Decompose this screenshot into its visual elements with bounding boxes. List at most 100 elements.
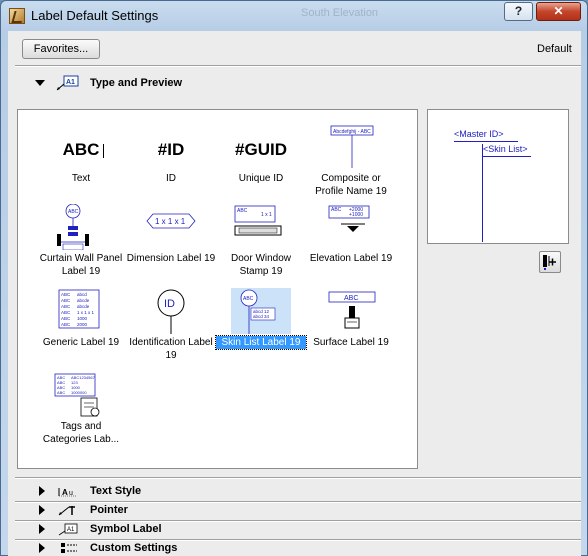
label-type-surface[interactable]: ABC Surface Label 19 [306,288,396,372]
section-title: Symbol Label [90,523,162,535]
svg-text:+1000: +1000 [349,212,363,218]
section-title: Text Style [90,485,142,497]
close-button[interactable]: ✕ [536,2,581,21]
dimension-preview-icon: 1 x 1 x 1 [141,204,201,250]
label-type-skin-list[interactable]: ABC abcd 12 abcd 34 Skin List Label 19 [215,288,307,372]
label-type-door-window-stamp[interactable]: ABC 1 x 1 Door Window Stamp 19 [216,204,306,288]
label-type-composite[interactable]: Abcdefghij - ABC Composite or Profile Na… [306,124,396,208]
section-title: Type and Preview [90,77,183,89]
generic-preview-icon: ABC abcd ABC abcde ABC abcde ABC 1 x 1 x 1 A… [51,288,111,334]
svg-text:2000: 2000 [77,322,88,327]
label-type-identification[interactable]: ID Identification Label 19 [126,288,216,372]
label-type-dimension[interactable]: 1 x 1 x 1 Dimension Label 19 [126,204,216,288]
section-title: Custom Settings [90,542,178,554]
background-window-title: South Elevation [301,7,379,19]
section-header-custom-settings[interactable]: Custom Settings [15,540,581,556]
app-icon [9,8,25,24]
favorites-button[interactable]: Favorites... [22,39,100,59]
section-header-pointer[interactable]: Pointer [15,502,581,520]
door-window-preview-icon: ABC 1 x 1 [231,204,291,250]
svg-text:ABC: ABC [61,292,71,297]
label-type-unique-id[interactable]: #GUID Unique ID [216,124,306,208]
divider [15,65,581,67]
composite-preview-text: Abcdefghij - ABC [333,129,371,135]
svg-text:ID: ID [164,298,175,310]
label-type-name: Door Window Stamp 19 [230,253,292,277]
label-type-name: ID [166,173,176,184]
svg-text:A1: A1 [66,79,75,86]
label-type-curtain-wall[interactable]: ABC Curtain Wall Panel Label 19 [36,203,126,288]
expand-triangle-icon[interactable] [35,80,45,86]
dialog-body: Favorites... Default A1 Type and Preview [8,31,581,556]
svg-text:abcd 34: abcd 34 [253,314,270,319]
custom-settings-icon [55,540,81,556]
collapse-triangle-icon[interactable] [39,543,45,553]
svg-text:abcde: abcde [77,298,90,303]
svg-text:ABC: ABC [331,207,342,213]
label-type-name: Unique ID [238,173,284,184]
svg-text:ABC: ABC [61,298,71,303]
section-header-symbol-label[interactable]: A1 Symbol Label [15,521,581,539]
text-style-icon: A u [55,483,81,499]
label-type-id[interactable]: #ID ID [126,124,216,208]
label-type-name: Curtain Wall Panel Label 19 [39,253,123,277]
divider [15,477,581,479]
svg-text:ABC: ABC [61,316,71,321]
collapse-triangle-icon[interactable] [39,486,45,496]
section-header-text-style[interactable]: A u Text Style [15,483,581,501]
default-settings-label: Default [537,43,572,55]
label-type-generic[interactable]: ABC abcd ABC abcde ABC abcde ABC 1 x 1 x 1 A… [36,288,126,372]
label-type-name: Elevation Label 19 [309,253,393,264]
svg-text:A: A [62,488,68,497]
surface-preview-icon: ABC [321,288,381,334]
composite-preview-icon: Abcdefghij - ABC [321,124,381,170]
collapse-triangle-icon[interactable] [39,505,45,515]
preview-underline [483,156,531,157]
label-type-name: Text [71,173,91,184]
title-bar[interactable]: Label Default Settings South Elevation ?… [1,1,587,31]
collapse-triangle-icon[interactable] [39,524,45,534]
svg-text:ABC: ABC [344,295,358,302]
svg-text:ABC: ABC [68,209,79,215]
preview-pointer-line [482,144,483,242]
svg-text:1 x 1 x 1: 1 x 1 x 1 [77,310,95,315]
label-type-name: Tags and Categories Lab... [42,421,120,445]
dialog-window: Label Default Settings South Elevation ?… [0,0,588,556]
skin-list-preview-icon: ABC abcd 12 abcd 34 [231,288,291,334]
pick-settings-icon [543,255,556,270]
svg-text:1000: 1000 [77,316,88,321]
label-type-icon: A1 [55,75,81,91]
label-type-name: Identification Label 19 [129,337,213,361]
pointer-icon [55,502,81,518]
label-type-name: Generic Label 19 [42,337,120,348]
label-type-name: Skin List Label 19 [215,335,307,350]
svg-text:ABC: ABC [243,296,254,302]
svg-text:ABC: ABC [61,310,71,315]
identification-preview-icon: ID [141,288,201,334]
symbol-label-icon: A1 [55,521,81,537]
preview-underline [454,141,518,142]
svg-text:abcde: abcde [77,304,90,309]
svg-text:ABC: ABC [61,304,71,309]
label-type-name: Dimension Label 19 [126,253,216,264]
preview-skin-list: <Skin List> [483,144,528,154]
label-type-tags-categories[interactable]: ABC ABC1234567 ABC 123 ABC 1000 ABC 1000000 … [36,372,126,456]
svg-text:1000000: 1000000 [71,390,87,395]
preview-master-id: <Master ID> [454,129,504,139]
svg-text:1 x 1: 1 x 1 [261,212,272,218]
elevation-preview-icon: ABC +2000 +1000 [321,204,381,250]
help-button[interactable]: ? [504,2,533,21]
id-preview-icon: #ID [157,140,185,159]
label-type-elevation[interactable]: ABC +2000 +1000 Elevation Label 19 [306,204,396,288]
label-type-grid[interactable]: ABC Text #ID ID #GUID Unique ID Abcdefgh… [17,109,418,469]
label-type-text[interactable]: ABC Text [36,124,126,208]
section-header-type-and-preview[interactable]: A1 Type and Preview [15,75,581,93]
text-preview-icon: ABC [51,124,111,170]
pick-up-settings-button[interactable] [539,251,561,273]
svg-text:ABC: ABC [61,322,71,327]
tags-categories-preview-icon: ABC ABC1234567 ABC 123 ABC 1000 ABC 1000000 [51,372,111,418]
svg-text:abcd: abcd [77,292,87,297]
guid-preview-icon: #GUID [235,140,287,159]
svg-text:ABC: ABC [237,208,248,214]
label-type-name: Composite or Profile Name 19 [315,173,387,197]
